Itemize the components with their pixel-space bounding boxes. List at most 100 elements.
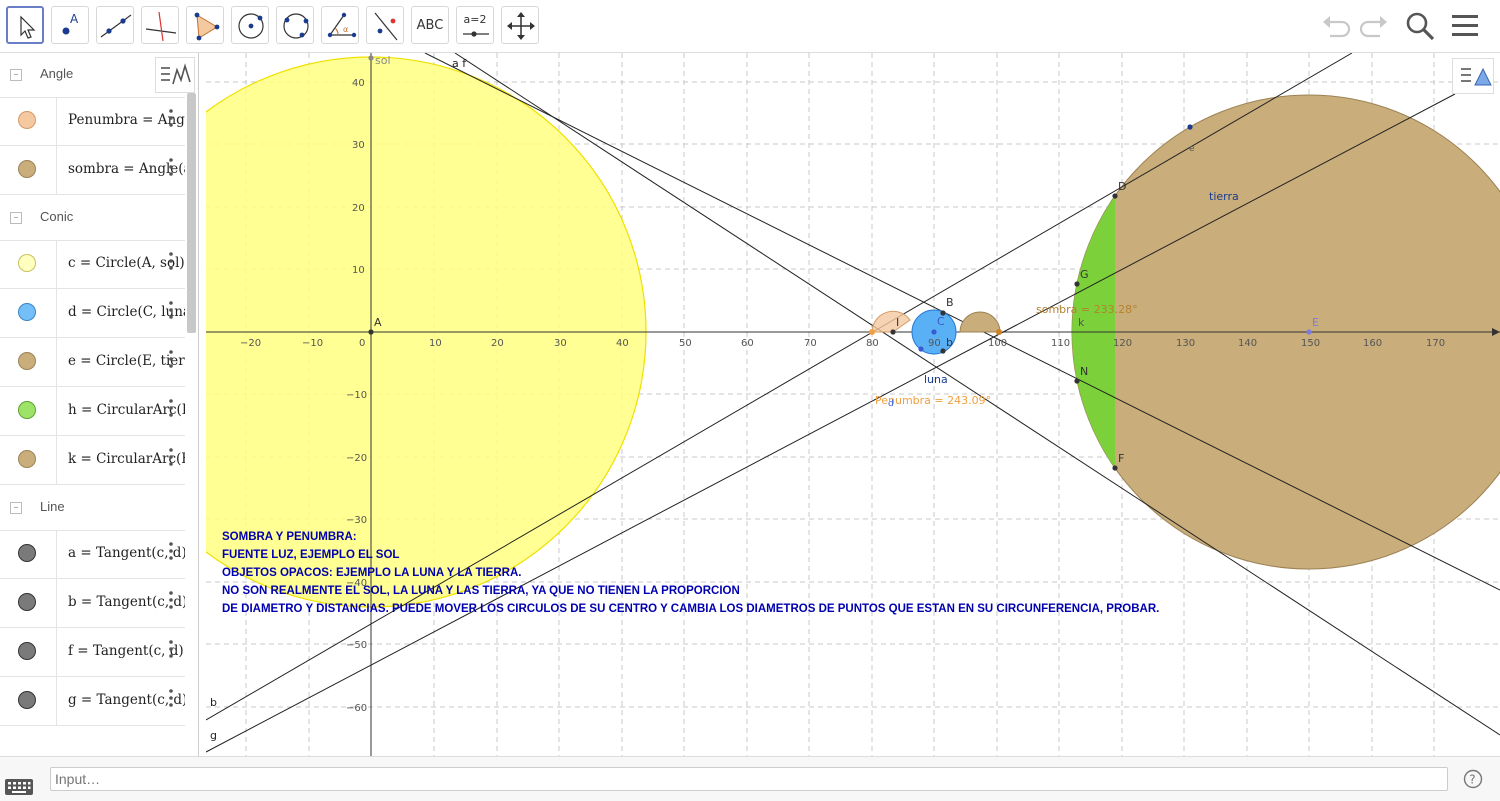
algebra-row-penumbra[interactable]: Penumbra = Angle( bbox=[0, 97, 185, 146]
algebra-row-f[interactable]: f = Tangent(c, d) bbox=[0, 628, 185, 677]
menu-button[interactable] bbox=[1448, 8, 1484, 44]
color-swatch-icon bbox=[18, 160, 36, 178]
visibility-toggle[interactable] bbox=[0, 289, 57, 337]
x-tick: 90 bbox=[928, 338, 941, 349]
slider-tool[interactable]: a=2 bbox=[456, 6, 494, 44]
point-F[interactable] bbox=[1112, 465, 1118, 471]
visibility-toggle[interactable] bbox=[0, 338, 57, 386]
visibility-toggle[interactable] bbox=[0, 579, 57, 627]
x-tick: 130 bbox=[1176, 338, 1195, 349]
group-angle[interactable]: – Angle bbox=[0, 53, 185, 98]
move-tool[interactable] bbox=[6, 6, 44, 44]
x-tick: 120 bbox=[1113, 338, 1132, 349]
point-luna[interactable] bbox=[918, 346, 924, 352]
more-options-icon[interactable] bbox=[166, 346, 176, 376]
perpendicular-line-icon bbox=[145, 11, 177, 42]
point-N[interactable] bbox=[1074, 378, 1080, 384]
sombra-angle-sector[interactable] bbox=[959, 311, 1001, 333]
algebra-row-g[interactable]: g = Tangent(c, d) bbox=[0, 677, 185, 726]
point-D[interactable] bbox=[1112, 193, 1118, 199]
label-af: a f bbox=[452, 57, 467, 70]
point-E[interactable] bbox=[1306, 329, 1312, 335]
more-options-icon[interactable] bbox=[166, 636, 176, 666]
algebra-row-a[interactable]: a = Tangent(c, d) bbox=[0, 530, 185, 579]
help-icon[interactable]: ? bbox=[1463, 769, 1483, 789]
algebra-row-sombra[interactable]: sombra = Angle(a, bbox=[0, 146, 185, 195]
penumbra-angle-sector[interactable] bbox=[871, 310, 911, 333]
visibility-toggle[interactable] bbox=[0, 530, 57, 578]
x-tick: −10 bbox=[302, 338, 323, 349]
visibility-toggle[interactable] bbox=[0, 240, 57, 288]
reflect-line-icon bbox=[374, 12, 398, 41]
algebra-row-e[interactable]: e = Circle(E, tierra) bbox=[0, 338, 185, 387]
collapse-icon[interactable]: – bbox=[10, 502, 22, 514]
hamburger-menu-icon bbox=[1452, 15, 1478, 36]
redo-button[interactable] bbox=[1356, 8, 1392, 44]
text-tool[interactable]: ABC bbox=[411, 6, 449, 44]
search-icon bbox=[1406, 12, 1435, 41]
input-field-container[interactable] bbox=[50, 767, 1448, 791]
search-button[interactable] bbox=[1402, 8, 1438, 44]
point-I[interactable] bbox=[890, 329, 896, 335]
group-line[interactable]: – Line bbox=[0, 486, 185, 531]
graphics-canvas[interactable]: −20 −10 0 10 20 30 40 50 60 70 80 90 100… bbox=[206, 53, 1500, 756]
x-tick: 20 bbox=[491, 338, 504, 349]
undo-icon bbox=[1323, 16, 1351, 38]
undo-button[interactable] bbox=[1318, 8, 1354, 44]
more-options-icon[interactable] bbox=[166, 297, 176, 327]
group-label: Conic bbox=[40, 209, 74, 224]
svg-text:α: α bbox=[343, 25, 348, 34]
graphics-style-button[interactable] bbox=[1452, 58, 1494, 94]
point-b[interactable] bbox=[940, 348, 946, 354]
algebra-row-d[interactable]: d = Circle(C, luna) bbox=[0, 289, 185, 338]
more-options-icon[interactable] bbox=[166, 248, 176, 278]
collapse-icon[interactable]: – bbox=[10, 212, 22, 224]
point-A[interactable] bbox=[368, 329, 374, 335]
group-conic[interactable]: – Conic bbox=[0, 196, 185, 241]
visibility-toggle[interactable] bbox=[0, 97, 57, 145]
angle-tool[interactable]: α bbox=[321, 6, 359, 44]
color-swatch-icon bbox=[18, 254, 36, 272]
more-options-icon[interactable] bbox=[166, 587, 176, 617]
label-I: I bbox=[896, 316, 899, 329]
move-graphics-tool[interactable] bbox=[501, 6, 539, 44]
algebra-row-k[interactable]: k = CircularArc(E, bbox=[0, 436, 185, 485]
more-options-icon[interactable] bbox=[166, 685, 176, 715]
visibility-toggle[interactable] bbox=[0, 146, 57, 194]
point-tool[interactable]: A bbox=[51, 6, 89, 44]
label-C: C bbox=[937, 315, 945, 328]
circle-three-points-tool[interactable] bbox=[276, 6, 314, 44]
visibility-toggle[interactable] bbox=[0, 387, 57, 435]
more-options-icon[interactable] bbox=[166, 154, 176, 184]
color-swatch-icon bbox=[18, 593, 36, 611]
line-tool[interactable] bbox=[96, 6, 134, 44]
keyboard-icon[interactable] bbox=[4, 777, 34, 797]
polygon-tool[interactable] bbox=[186, 6, 224, 44]
point-sol[interactable] bbox=[368, 55, 374, 61]
point-G[interactable] bbox=[1074, 281, 1080, 287]
point-C[interactable] bbox=[931, 329, 937, 335]
algebra-input[interactable] bbox=[53, 769, 1437, 789]
more-options-icon[interactable] bbox=[166, 105, 176, 135]
collapse-icon[interactable]: – bbox=[10, 69, 22, 81]
color-swatch-icon bbox=[18, 401, 36, 419]
reflect-tool[interactable] bbox=[366, 6, 404, 44]
circle-center-point-tool[interactable] bbox=[231, 6, 269, 44]
visibility-toggle[interactable] bbox=[0, 436, 57, 484]
algebra-row-b[interactable]: b = Tangent(c, d) bbox=[0, 579, 185, 628]
perpendicular-tool[interactable] bbox=[141, 6, 179, 44]
visibility-toggle[interactable] bbox=[0, 628, 57, 676]
algebra-vertical-scrollbar[interactable] bbox=[187, 93, 196, 333]
label-F: F bbox=[1118, 452, 1124, 465]
algebra-row-h[interactable]: h = CircularArc(E, bbox=[0, 387, 185, 436]
algebra-row-c[interactable]: c = Circle(A, sol) bbox=[0, 240, 185, 289]
redo-icon bbox=[1359, 16, 1387, 38]
point-tierra[interactable] bbox=[1187, 124, 1193, 130]
graphics-view[interactable]: −20 −10 0 10 20 30 40 50 60 70 80 90 100… bbox=[206, 53, 1500, 756]
more-options-icon[interactable] bbox=[166, 444, 176, 474]
visibility-toggle[interactable] bbox=[0, 677, 57, 725]
more-options-icon[interactable] bbox=[166, 395, 176, 425]
y-tick: 10 bbox=[352, 265, 365, 276]
more-options-icon[interactable] bbox=[166, 538, 176, 568]
penumbra-marker bbox=[869, 329, 875, 335]
